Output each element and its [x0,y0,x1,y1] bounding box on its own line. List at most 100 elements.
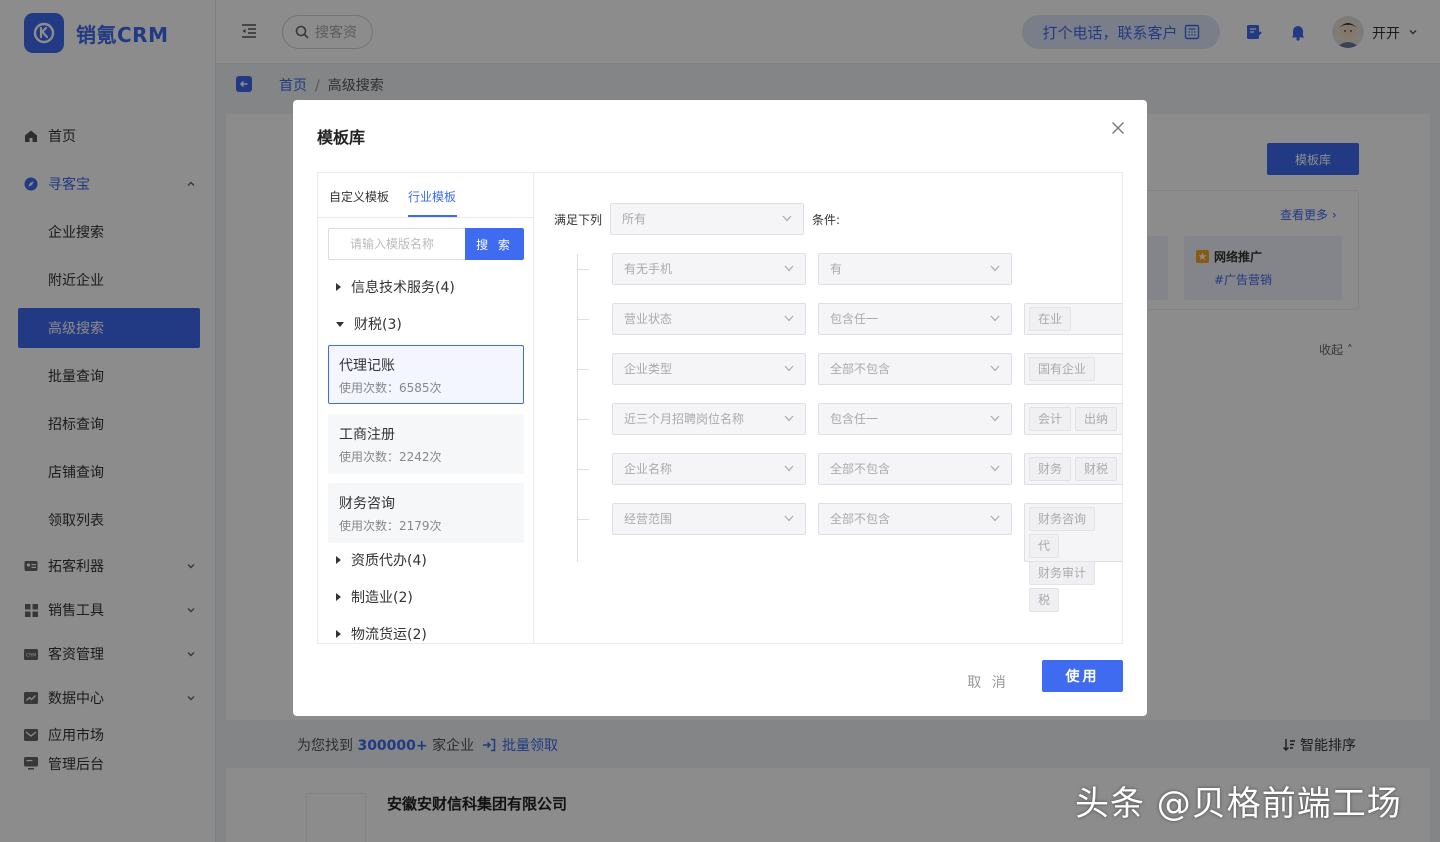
chevron-down-icon [784,315,794,322]
cancel-button[interactable]: 取 消 [958,666,1018,698]
category-label: 信息技术服务(4) [351,280,455,296]
condition-value-tags: 会计 出纳 [1024,403,1122,435]
template-library-modal: 模板库 自定义模板 行业模板 请输入模版名称 搜 索 信息技术服务(4) 财税(… [293,100,1147,716]
caret-right-icon [336,283,341,291]
value-tag: 财税 [1075,457,1118,481]
condition-value-tags: 财务咨询代 财务审计税 [1024,503,1122,612]
condition-connector [577,369,589,370]
condition-field-select: 有无手机 [612,253,806,285]
template-name: 工商注册 [339,427,395,443]
category-label: 物流货运(2) [351,627,427,643]
category-qualification[interactable]: 资质代办(4) [336,550,427,570]
match-suffix: 条件: [812,213,841,227]
condition-connector [577,469,589,470]
chevron-down-icon [990,365,1000,372]
caret-down-icon [336,321,344,327]
category-finance-tax[interactable]: 财税(3) [336,314,402,334]
chevron-down-icon [990,515,1000,522]
category-it-services[interactable]: 信息技术服务(4) [336,277,455,297]
modal-body: 自定义模板 行业模板 请输入模版名称 搜 索 信息技术服务(4) 财税(3) 代… [317,172,1123,644]
condition-field-select: 经营范围 [612,503,806,535]
select-value: 全部不包含 [830,462,891,476]
condition-tree-line [577,254,578,562]
category-manufacturing[interactable]: 制造业(2) [336,587,413,607]
chevron-down-icon [784,515,794,522]
value-tag: 财务审计 [1029,561,1096,585]
condition-operator-select: 全部不包含 [818,353,1012,385]
condition-operator-select: 全部不包含 [818,503,1012,535]
category-logistics[interactable]: 物流货运(2) [336,624,427,643]
condition-operator-select: 全部不包含 [818,453,1012,485]
tab-custom-template[interactable]: 自定义模板 [329,188,389,205]
chevron-down-icon [990,315,1000,322]
template-card-bookkeeping[interactable]: 代理记账 使用次数：6585次 [328,345,524,404]
template-list-pane: 自定义模板 行业模板 请输入模版名称 搜 索 信息技术服务(4) 财税(3) 代… [318,173,534,643]
select-value: 企业名称 [624,462,673,476]
value-tag: 会计 [1029,407,1072,431]
close-icon[interactable] [1111,121,1125,135]
condition-field-select: 营业状态 [612,303,806,335]
caret-right-icon [336,630,341,638]
select-value: 近三个月招聘岗位名称 [624,412,745,426]
select-value: 包含任一 [830,412,879,426]
match-mode-select: 所有 [610,203,804,235]
condition-field-select: 企业名称 [612,453,806,485]
template-name: 代理记账 [339,358,395,374]
template-usage: 使用次数：2179次 [339,519,442,533]
chevron-down-icon [990,465,1000,472]
select-value: 全部不包含 [830,362,891,376]
chevron-down-icon [782,215,792,222]
caret-right-icon [336,556,341,564]
condition-operator-select: 包含任一 [818,403,1012,435]
template-preview-pane: 满足下列 所有 条件: 有无手机 有 营业状态 包含任一 在业 企业类型 全部不… [534,173,1122,643]
template-usage: 使用次数：2242次 [339,450,442,464]
condition-value-tags: 国有企业 [1024,353,1122,385]
template-card-business-registration[interactable]: 工商注册 使用次数：2242次 [328,414,524,474]
category-label: 制造业(2) [351,590,413,606]
select-value: 所有 [622,212,647,226]
chevron-down-icon [990,265,1000,272]
condition-operator-select: 有 [818,253,1012,285]
value-tag: 税 [1029,588,1060,612]
condition-value-tags: 在业 [1024,303,1122,335]
condition-value-tags: 财务 财税 [1024,453,1122,485]
active-tab-indicator [408,215,457,217]
select-value: 有无手机 [624,262,673,276]
select-value: 全部不包含 [830,512,891,526]
chevron-down-icon [990,415,1000,422]
select-value: 经营范围 [624,512,673,526]
category-label: 资质代办(4) [351,553,427,569]
condition-field-select: 近三个月招聘岗位名称 [612,403,806,435]
watermark: 头条 @贝格前端工场 [1075,784,1402,824]
use-template-button[interactable]: 使用 [1042,660,1123,692]
value-tag: 国有企业 [1029,357,1096,381]
value-tag: 财务咨询 [1029,507,1096,531]
chevron-down-icon [784,415,794,422]
select-value: 有 [830,262,843,276]
template-search-input[interactable]: 请输入模版名称 [328,228,465,260]
template-usage: 使用次数：6585次 [339,381,442,395]
template-tabs: 自定义模板 行业模板 [318,173,533,218]
condition-connector [577,419,589,420]
template-search-button[interactable]: 搜 索 [465,228,524,260]
condition-connector [577,269,589,270]
chevron-down-icon [784,365,794,372]
template-name: 财务咨询 [339,496,395,512]
value-tag: 财务 [1029,457,1072,481]
value-tag: 出纳 [1075,407,1118,431]
condition-connector [577,319,589,320]
select-value: 企业类型 [624,362,673,376]
condition-connector [577,519,589,520]
value-tag: 在业 [1029,307,1072,331]
condition-field-select: 企业类型 [612,353,806,385]
modal-title: 模板库 [317,128,366,147]
template-card-finance-consulting[interactable]: 财务咨询 使用次数：2179次 [328,483,524,543]
select-value: 包含任一 [830,312,879,326]
tab-industry-template[interactable]: 行业模板 [408,188,456,205]
chevron-down-icon [784,265,794,272]
category-label: 财税(3) [354,317,402,333]
chevron-down-icon [784,465,794,472]
match-prefix: 满足下列 [554,213,603,227]
caret-right-icon [336,593,341,601]
select-value: 营业状态 [624,312,673,326]
